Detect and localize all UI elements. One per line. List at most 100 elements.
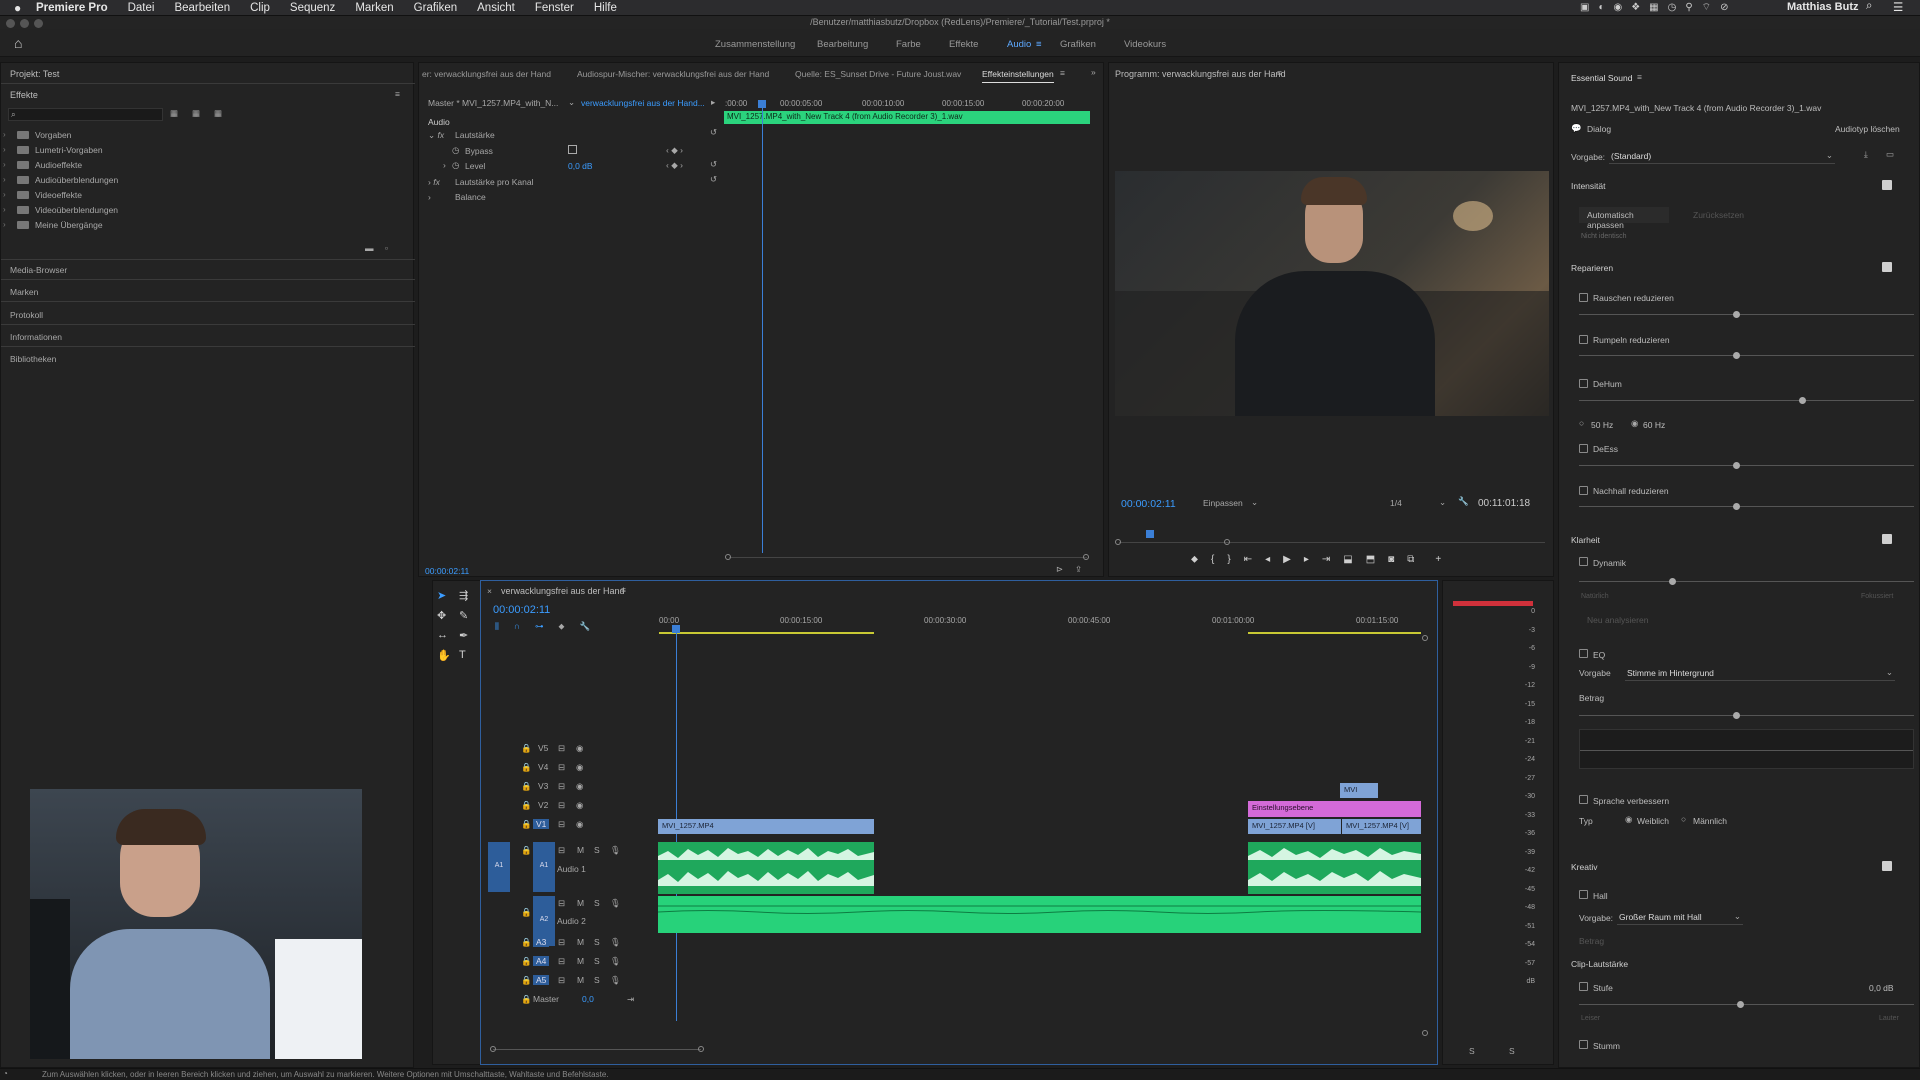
work-area-bar-2[interactable] (1248, 632, 1421, 634)
dynamics-knob[interactable] (1669, 578, 1676, 585)
master-value[interactable]: 0,0 (582, 994, 594, 1004)
track-label[interactable]: A5 (533, 975, 550, 985)
panel-menu-icon[interactable]: ≡ (621, 585, 626, 595)
eq-amount-knob[interactable] (1733, 712, 1740, 719)
rumble-checkbox[interactable] (1579, 335, 1588, 344)
reverb-reduce-knob[interactable] (1733, 503, 1740, 510)
mic-icon[interactable]: 🎙 (610, 845, 621, 856)
search-icon[interactable]: ⌕ (1866, 0, 1872, 13)
creative-checkbox[interactable] (1882, 861, 1892, 871)
clarity-checkbox[interactable] (1882, 534, 1892, 544)
pen-tool-icon[interactable]: ✒ (459, 629, 481, 642)
noise-slider[interactable] (1579, 314, 1914, 315)
clip-a2-music[interactable] (657, 896, 1422, 933)
track-select-tool-icon[interactable]: ⇶ (459, 589, 481, 602)
effects-search-input[interactable]: ⌕ (8, 108, 163, 121)
panel-informationen[interactable]: Informationen (10, 332, 62, 342)
ec-playhead-handle[interactable] (758, 100, 766, 108)
dehum-checkbox[interactable] (1579, 379, 1588, 388)
menu-datei[interactable]: Datei (128, 2, 155, 14)
fit-select[interactable]: Einpassen (1203, 498, 1243, 508)
rumble-slider[interactable] (1579, 355, 1914, 356)
yuv-effects-icon[interactable]: ▦ (214, 108, 222, 119)
menu-app[interactable]: Premiere Pro (36, 2, 108, 14)
panel-menu-icon[interactable]: ≡ (1637, 72, 1642, 82)
mute-button[interactable]: M (577, 845, 584, 855)
nest-icon[interactable]: ⫼ (495, 621, 499, 632)
mic-icon[interactable]: 🎙 (610, 975, 621, 986)
lock-icon[interactable]: 🔒 (521, 819, 532, 830)
ec-audio-clip[interactable]: MVI_1257.MP4_with_New Track 4 (from Audi… (724, 111, 1090, 124)
play-only-icon[interactable]: ▸ (711, 97, 715, 108)
delete-preset-icon[interactable]: ▭ (1886, 149, 1894, 160)
filter-icon[interactable]: ⊳ (1056, 564, 1063, 575)
mute-button[interactable]: M (577, 898, 584, 908)
level-slider[interactable] (1579, 1004, 1914, 1005)
tree-item-vorgaben[interactable]: › Vorgaben (3, 127, 403, 142)
lock-icon[interactable]: 🔒 (521, 937, 532, 948)
mute-button[interactable]: M (577, 937, 584, 947)
clip-v1-mvi1257[interactable]: MVI_1257.MP4 (658, 819, 874, 834)
clip-v3-mvi[interactable]: MVI (1340, 783, 1378, 798)
sequence-clip-link[interactable]: verwacklungsfrei aus der Hand... (581, 98, 705, 108)
chevron-down-icon[interactable]: ⌄ (568, 97, 575, 108)
list-icon[interactable]: ☰ (1893, 0, 1903, 14)
deess-slider[interactable] (1579, 465, 1914, 466)
step-back-icon[interactable]: ◂ (1265, 554, 1270, 565)
tab-effect-controls[interactable]: Effekteinstellungen (982, 69, 1054, 83)
selection-tool-icon[interactable]: ➤ (437, 589, 459, 602)
mic-icon[interactable]: 🎙 (610, 956, 621, 967)
clip-adjustment-layer[interactable]: Einstellungsebene (1248, 801, 1421, 817)
snap-icon[interactable]: ∩ (514, 621, 520, 632)
ec-playhead[interactable] (762, 101, 763, 553)
extract-icon[interactable]: ⬒ (1366, 554, 1375, 565)
clip-v1-mvi1257-c[interactable]: MVI_1257.MP4 [V] (1342, 819, 1421, 834)
menu-ansicht[interactable]: Ansicht (477, 2, 515, 14)
tree-item-lumetri[interactable]: › Lumetri-Vorgaben (3, 142, 403, 157)
clip-a1-audio[interactable] (658, 842, 874, 894)
radio-female-icon[interactable]: ◉ (1625, 814, 1632, 825)
panel-marken[interactable]: Marken (10, 287, 38, 297)
ec-zoom-handle-left[interactable] (725, 554, 731, 560)
dynamics-slider[interactable] (1579, 581, 1914, 582)
type-tool-icon[interactable]: T (459, 649, 481, 662)
program-video-frame[interactable] (1115, 171, 1549, 416)
reverb-reduce-slider[interactable] (1579, 506, 1914, 507)
sync-icon[interactable]: ⊟ (558, 819, 565, 830)
solo-button[interactable]: S (594, 845, 600, 855)
mark-out-icon[interactable]: } (1227, 554, 1230, 565)
razor-tool-icon[interactable]: ✎ (459, 609, 481, 622)
marker-icon[interactable]: ⬥ (1191, 554, 1198, 565)
sync-icon[interactable]: ⊟ (558, 781, 565, 792)
deess-knob[interactable] (1733, 462, 1740, 469)
balance-chevron-icon[interactable]: › (428, 192, 431, 202)
panel-menu-icon[interactable]: ≡ (395, 89, 400, 99)
save-preset-icon[interactable]: ⤓ (1864, 149, 1868, 160)
source-patch-a1[interactable]: A1 (488, 842, 510, 892)
noise-checkbox[interactable] (1579, 293, 1588, 302)
chevron-right-icon[interactable]: › (443, 160, 446, 170)
sync-icon[interactable]: ⊟ (558, 762, 565, 773)
eye-icon[interactable]: ◉ (576, 743, 583, 754)
repair-checkbox[interactable] (1882, 262, 1892, 272)
reverb-preset-select[interactable]: Großer Raum mit Hall ⌄ (1617, 910, 1743, 925)
export-icon[interactable]: ⇪ (1075, 564, 1082, 575)
tree-item-meine-ubergange[interactable]: › Meine Übergänge (3, 217, 403, 232)
ec-scrollbar[interactable] (729, 557, 1087, 558)
clarity-section[interactable]: Klarheit (1571, 535, 1600, 545)
clip-v1-mvi1257-b[interactable]: MVI_1257.MP4 [V] (1248, 819, 1341, 834)
mic-icon[interactable]: 🎙 (610, 898, 621, 909)
add-button-icon[interactable]: + (1435, 554, 1441, 565)
auto-match-button[interactable]: Automatisch anpassen (1579, 207, 1669, 230)
track-label[interactable]: A1 (533, 842, 555, 892)
fx-chevron-icon[interactable]: › fx (428, 177, 440, 187)
menu-grafiken[interactable]: Grafiken (414, 2, 457, 14)
accelerated-effects-icon[interactable]: ▦ (170, 108, 178, 119)
new-folder-icon[interactable]: ▬ (365, 243, 374, 253)
solo-left[interactable]: S (1469, 1046, 1475, 1056)
dynamics-checkbox[interactable] (1579, 557, 1588, 566)
ws-farbe[interactable]: Farbe (896, 39, 921, 50)
track-label[interactable]: A3 (533, 937, 550, 947)
ws-menu-icon[interactable]: ≡ (1036, 39, 1042, 50)
sync-icon[interactable]: ⊟ (558, 845, 565, 856)
